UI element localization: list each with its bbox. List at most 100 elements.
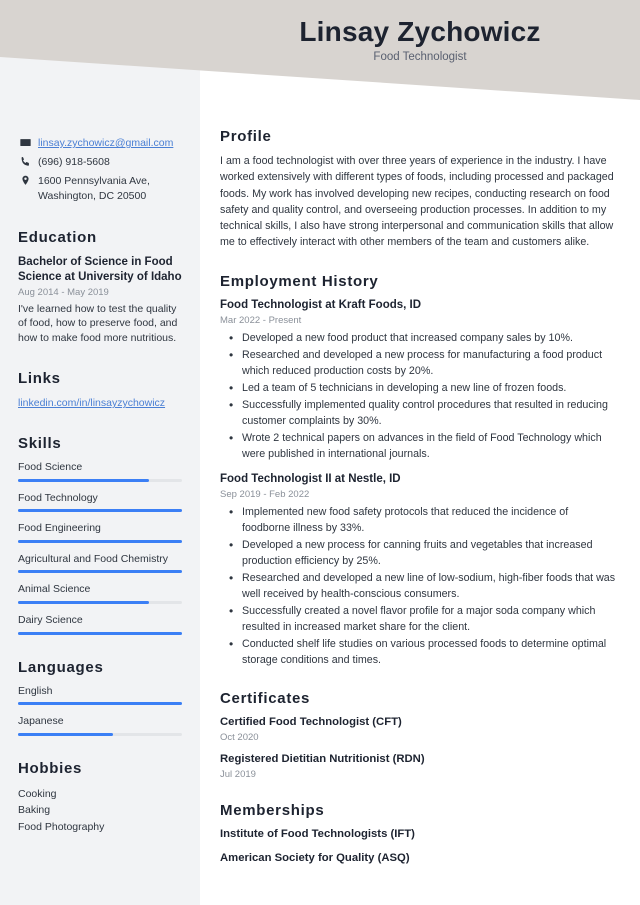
skill-item: Agricultural and Food Chemistry: [18, 553, 182, 574]
contact-phone-text: (696) 918-5608: [38, 156, 110, 169]
certificate-item: Registered Dietitian Nutritionist (RDN) J…: [220, 752, 618, 780]
job-bullet: Implemented new food safety protocols th…: [229, 503, 618, 536]
certificate-item: Certified Food Technologist (CFT) Oct 202…: [220, 715, 618, 743]
page-title: Linsay Zychowicz: [299, 16, 541, 47]
skill-item: Dairy Science: [18, 614, 182, 635]
languages-section: Languages English Japanese: [18, 659, 182, 736]
skill-label: Food Science: [18, 460, 83, 473]
certificate-date: Oct 2020: [220, 731, 259, 743]
resume-page: Linsay Zychowicz Food Technologist linsa…: [0, 0, 640, 905]
employment-heading: Employment History: [220, 272, 379, 290]
language-label: English: [18, 684, 53, 697]
education-section: Education Bachelor of Science in Food Sc…: [18, 229, 182, 347]
job-bullet: Developed a new process for canning frui…: [229, 536, 618, 569]
skill-item: Food Technology: [18, 492, 182, 513]
skills-heading: Skills: [18, 434, 62, 452]
skill-label: Food Engineering: [18, 522, 101, 535]
languages-list: English Japanese: [18, 685, 182, 736]
phone-icon: [18, 155, 32, 167]
contact-address-text: 1600 Pennsylvania Ave, Washington, DC 20…: [38, 175, 150, 202]
language-level-track: [18, 702, 182, 706]
employment-section: Employment History Food Technologist at …: [220, 273, 618, 669]
jobs-list: Food Technologist at Kraft Foods, ID Mar …: [220, 298, 618, 669]
membership-item: American Society for Quality (ASQ): [220, 852, 410, 865]
links-section: Links linkedin.com/in/linsayzychowicz: [18, 370, 182, 411]
certificates-list: Certified Food Technologist (CFT) Oct 202…: [220, 715, 618, 779]
header: Linsay Zychowicz Food Technologist: [200, 16, 640, 63]
certificate-name: Certified Food Technologist (CFT): [220, 716, 402, 729]
linkedin-link[interactable]: linkedin.com/in/linsayzychowicz: [18, 397, 165, 409]
job-bullet: Successfully implemented quality control…: [229, 396, 618, 429]
education-heading: Education: [18, 228, 97, 246]
education-degree: Bachelor of Science in Food Science at U…: [18, 255, 182, 283]
job-bullet: Wrote 2 technical papers on advances in …: [229, 429, 618, 462]
certificate-date: Jul 2019: [220, 768, 256, 780]
language-item: Japanese: [18, 715, 182, 736]
language-level-fill: [18, 702, 182, 706]
job-date: Sep 2019 - Feb 2022: [220, 488, 310, 500]
hobby-item: Cooking: [18, 787, 57, 800]
links-heading: Links: [18, 370, 61, 388]
hobby-item: Baking: [18, 804, 51, 817]
skill-level-fill: [18, 570, 182, 574]
map-pin-icon: [18, 174, 32, 186]
contact-list: linsay.zychowicz@gmail.com (696) 918-560…: [18, 136, 182, 203]
header-subtitle: Food Technologist: [373, 51, 467, 64]
job-title: Food Technologist II at Nestle, ID: [220, 472, 401, 485]
envelope-icon: [18, 136, 32, 148]
certificates-heading: Certificates: [220, 690, 311, 708]
job-bullet: Successfully created a novel flavor prof…: [229, 602, 618, 635]
contact-item-email: linsay.zychowicz@gmail.com: [18, 136, 182, 150]
skills-list: Food Science Food Technology Food Engineer…: [18, 461, 182, 635]
contact-email-text: linsay.zychowicz@gmail.com: [38, 136, 182, 150]
skill-level-track: [18, 631, 182, 635]
job-bullet: Developed a new food product that increa…: [229, 329, 618, 347]
skill-level-track: [18, 509, 182, 513]
skill-item: Food Engineering: [18, 522, 182, 543]
job-entry: Food Technologist II at Nestle, ID Sep 20…: [220, 472, 618, 668]
skills-section: Skills Food Science Food Technology Food E…: [18, 435, 182, 635]
skill-level-fill: [18, 509, 182, 513]
skill-label: Food Technology: [18, 491, 98, 504]
sidebar: linsay.zychowicz@gmail.com (696) 918-560…: [0, 0, 200, 879]
contact-item-phone: (696) 918-5608: [18, 155, 182, 169]
link-item: linkedin.com/in/linsayzychowicz: [18, 396, 182, 411]
education-description: I've learned how to test the quality of …: [18, 302, 178, 345]
email-link[interactable]: linsay.zychowicz@gmail.com: [38, 137, 173, 149]
skill-level-fill: [18, 539, 182, 543]
skill-level-track: [18, 600, 182, 604]
job-bullet: Researched and developed a new line of l…: [229, 569, 618, 602]
skill-level-fill: [18, 631, 182, 635]
certificate-name: Registered Dietitian Nutritionist (RDN): [220, 752, 425, 765]
skill-level-fill: [18, 478, 150, 482]
language-item: English: [18, 685, 182, 706]
job-bullets: Implemented new food safety protocols th…: [220, 503, 618, 668]
hobbies-list: Cooking Baking Food Photography: [18, 786, 182, 836]
membership-item: Institute of Food Technologists (IFT): [220, 827, 415, 840]
memberships-section: Memberships Institute of Food Technologi…: [220, 802, 618, 866]
language-level-fill: [18, 732, 114, 736]
hobbies-section: Hobbies Cooking Baking Food Photography: [18, 760, 182, 836]
profile-text: I am a food technologist with over three…: [220, 155, 614, 249]
skill-item: Animal Science: [18, 583, 182, 604]
skill-level-track: [18, 539, 182, 543]
profile-heading: Profile: [220, 128, 272, 145]
job-title: Food Technologist at Kraft Foods, ID: [220, 298, 422, 311]
skill-label: Animal Science: [18, 583, 91, 596]
job-bullet: Researched and developed a new process f…: [229, 346, 618, 379]
skill-label: Dairy Science: [18, 613, 83, 626]
job-date: Mar 2022 - Present: [220, 314, 302, 326]
languages-heading: Languages: [18, 658, 104, 676]
language-level-track: [18, 732, 182, 736]
skill-level-track: [18, 570, 182, 574]
hobby-item: Food Photography: [18, 820, 105, 833]
skill-item: Food Science: [18, 461, 182, 482]
job-bullet: Led a team of 5 technicians in developin…: [229, 379, 618, 397]
contact-item-address: 1600 Pennsylvania Ave, Washington, DC 20…: [18, 174, 182, 202]
main-column: Profile I am a food technologist with ov…: [200, 0, 640, 905]
job-entry: Food Technologist at Kraft Foods, ID Mar …: [220, 298, 618, 462]
job-bullets: Developed a new food product that increa…: [220, 329, 618, 462]
certificates-section: Certificates Certified Food Technologist…: [220, 690, 618, 779]
memberships-list: Institute of Food Technologists (IFT) Ame…: [220, 827, 618, 866]
skill-level-fill: [18, 600, 150, 604]
